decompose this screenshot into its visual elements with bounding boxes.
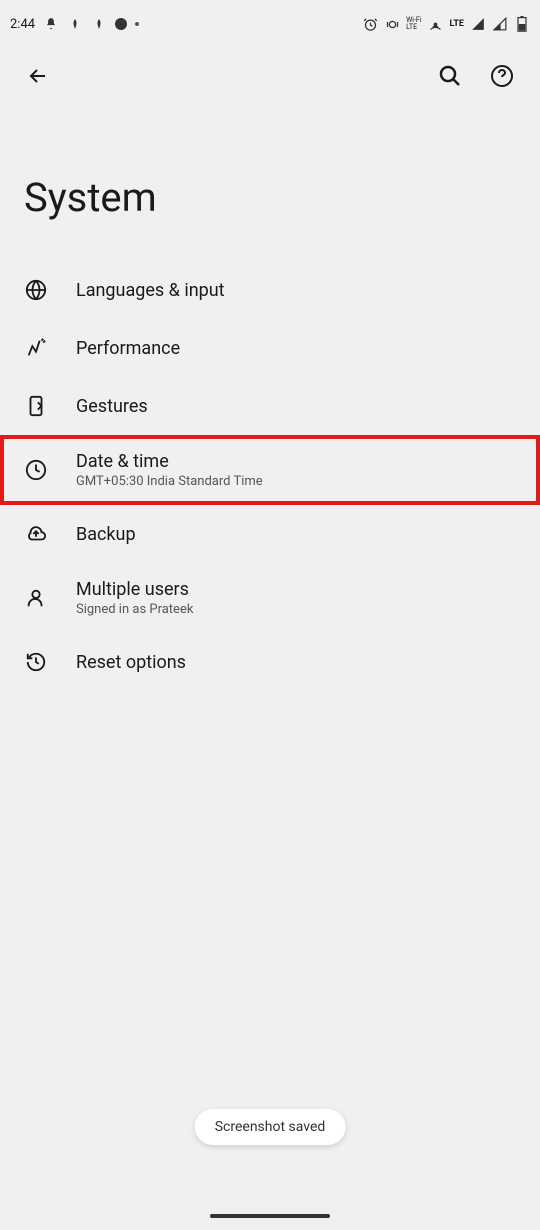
app-bar bbox=[0, 48, 540, 104]
notification-icon-2 bbox=[67, 16, 83, 32]
status-right: Wi-FiLTE LTE bbox=[362, 16, 530, 32]
person-icon bbox=[24, 586, 48, 610]
status-left: 2:44 bbox=[10, 16, 139, 32]
item-label: Backup bbox=[76, 524, 136, 545]
notification-icon-1 bbox=[43, 16, 59, 32]
gestures-icon bbox=[24, 394, 48, 418]
settings-item-performance[interactable]: Performance bbox=[0, 319, 540, 377]
back-button[interactable] bbox=[18, 56, 58, 96]
signal-icon-1 bbox=[470, 16, 486, 32]
item-label: Date & time bbox=[76, 451, 263, 472]
page-title: System bbox=[0, 104, 540, 261]
lte-indicator: LTE bbox=[449, 19, 464, 29]
wifi-label-icon: Wi-FiLTE bbox=[406, 17, 421, 31]
toast-notification[interactable]: Screenshot saved bbox=[195, 1109, 346, 1145]
item-label: Languages & input bbox=[76, 280, 225, 301]
signal-icon-2 bbox=[492, 16, 508, 32]
item-sub: GMT+05:30 India Standard Time bbox=[76, 474, 263, 489]
status-bar: 2:44 Wi-FiLTE LTE bbox=[0, 0, 540, 48]
settings-item-gestures[interactable]: Gestures bbox=[0, 377, 540, 435]
reset-icon bbox=[24, 650, 48, 674]
item-sub: Signed in as Prateek bbox=[76, 602, 193, 617]
item-label: Gestures bbox=[76, 396, 148, 417]
item-label: Performance bbox=[76, 338, 180, 359]
globe-icon bbox=[24, 278, 48, 302]
item-label: Reset options bbox=[76, 652, 186, 673]
settings-list: Languages & input Performance Gestures D… bbox=[0, 261, 540, 691]
clock-icon bbox=[24, 458, 48, 482]
navigation-bar[interactable] bbox=[210, 1214, 330, 1218]
search-button[interactable] bbox=[430, 56, 470, 96]
settings-item-languages[interactable]: Languages & input bbox=[0, 261, 540, 319]
status-time: 2:44 bbox=[10, 17, 35, 32]
cloud-icon bbox=[24, 522, 48, 546]
settings-item-date-time[interactable]: Date & time GMT+05:30 India Standard Tim… bbox=[0, 435, 540, 505]
performance-icon bbox=[24, 336, 48, 360]
help-button[interactable] bbox=[482, 56, 522, 96]
notification-icon-3 bbox=[91, 16, 107, 32]
notification-more-icon bbox=[135, 22, 139, 26]
hotspot-icon bbox=[427, 16, 443, 32]
alarm-icon bbox=[362, 16, 378, 32]
item-label: Multiple users bbox=[76, 579, 193, 600]
settings-item-multiple-users[interactable]: Multiple users Signed in as Prateek bbox=[0, 563, 540, 633]
settings-item-backup[interactable]: Backup bbox=[0, 505, 540, 563]
battery-icon bbox=[514, 16, 530, 32]
settings-item-reset[interactable]: Reset options bbox=[0, 633, 540, 691]
vibrate-icon bbox=[384, 16, 400, 32]
toast-text: Screenshot saved bbox=[215, 1119, 326, 1135]
notification-icon-4 bbox=[115, 18, 127, 30]
